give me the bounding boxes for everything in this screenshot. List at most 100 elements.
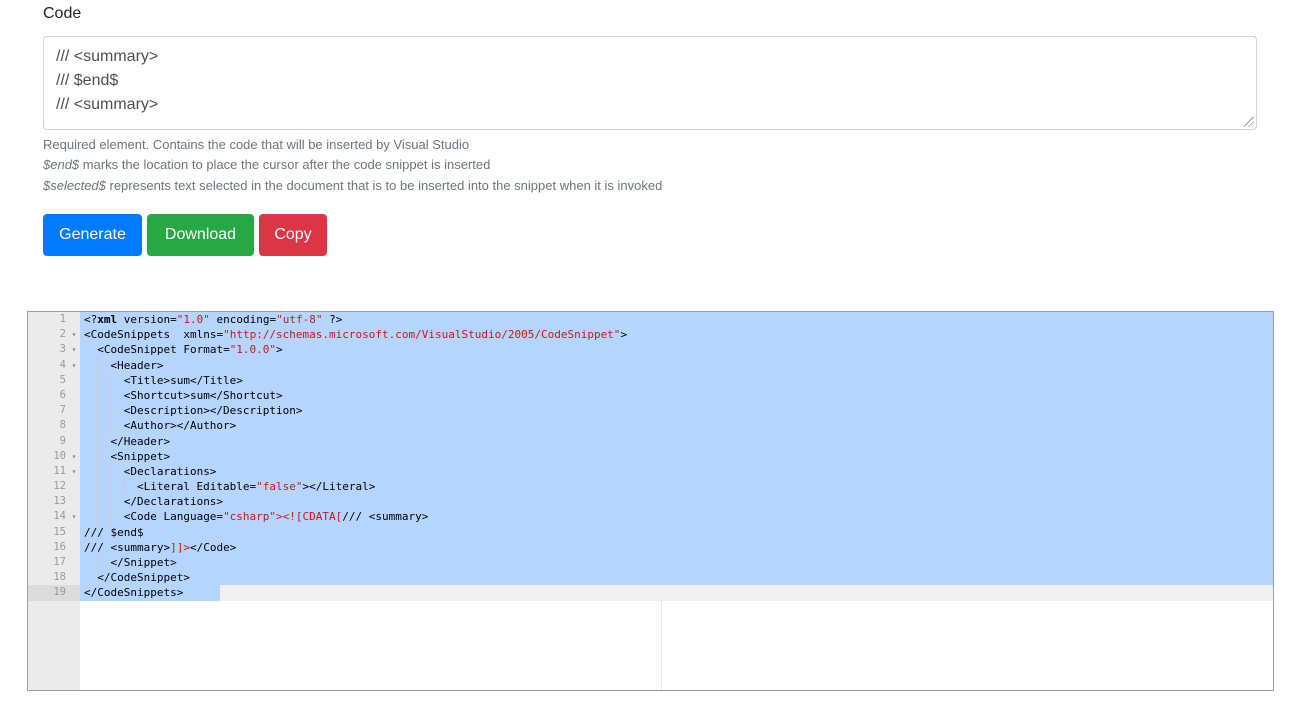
token-tag: > bbox=[276, 343, 283, 357]
line-number: 1 bbox=[59, 313, 66, 325]
download-button[interactable]: Download bbox=[147, 214, 254, 256]
editor-line: 12 <Literal Editable="false"></Literal> bbox=[28, 479, 1273, 495]
selection-highlight bbox=[80, 433, 1273, 449]
indent-guide bbox=[97, 403, 99, 419]
indent-guide bbox=[110, 509, 112, 525]
line-number: 5 bbox=[59, 373, 66, 386]
line-number: 19 bbox=[53, 586, 66, 599]
help-text-required: Required element. Contains the code that… bbox=[43, 137, 470, 152]
token-tag: <Literal Editable= bbox=[136, 480, 257, 494]
token-tag: <Declarations> bbox=[123, 464, 217, 478]
token-tag: </CodeSnippet> bbox=[97, 571, 190, 585]
fold-arrow-icon[interactable]: ▾ bbox=[69, 358, 79, 373]
line-text: /// $end$ bbox=[84, 525, 144, 540]
line-number: 3 bbox=[59, 343, 66, 356]
editor-line: 6 <Shortcut>sum</Shortcut> bbox=[28, 387, 1273, 404]
editor-line: 3 ▾ <CodeSnippet Format="1.0.0"> bbox=[28, 342, 1273, 358]
line-text: <Title>sum</Title> bbox=[124, 373, 243, 388]
token-str: "false" bbox=[256, 480, 303, 494]
code-label: Code bbox=[43, 5, 82, 22]
line-number: 11 bbox=[53, 464, 66, 477]
token-tag: <Code Language= bbox=[123, 510, 224, 524]
line-text: <CodeSnippets xmlns="http://schemas.micr… bbox=[84, 327, 627, 342]
token-tag: /// $end$ bbox=[84, 525, 144, 539]
indent-guide bbox=[97, 372, 99, 388]
selection-highlight bbox=[80, 524, 1273, 540]
fold-arrow-icon[interactable]: ▾ bbox=[69, 342, 79, 357]
editor-line: 17 </Snippet> bbox=[28, 555, 1273, 571]
generate-button[interactable]: Generate bbox=[43, 214, 142, 256]
editor-line: 1 <?xml version="1.0" encoding="utf-8" ?> bbox=[28, 312, 1273, 328]
token-tag: ></Literal> bbox=[302, 480, 376, 494]
token-tag: <? bbox=[84, 313, 98, 326]
editor-line: 2 ▾ <CodeSnippets xmlns="http://schemas.mi… bbox=[28, 327, 1273, 343]
indent-guide bbox=[110, 463, 112, 480]
line-number: 8 bbox=[59, 419, 66, 432]
fold-arrow-icon[interactable]: ▾ bbox=[69, 509, 79, 524]
resize-handle-icon[interactable] bbox=[1244, 117, 1254, 127]
token-tag: <Title>sum</Title> bbox=[123, 373, 243, 387]
indent-guide bbox=[110, 418, 112, 434]
editor-line: 4 ▾ <Header> bbox=[28, 357, 1273, 373]
fold-arrow-icon[interactable]: ▾ bbox=[69, 449, 79, 464]
help-end-desc: marks the location to place the cursor a… bbox=[79, 157, 491, 172]
line-text: <?xml version="1.0" encoding="utf-8" ?> bbox=[84, 312, 342, 327]
code-line-2: /// $end$ bbox=[56, 72, 119, 89]
line-number: 4 bbox=[59, 358, 66, 371]
help-end-token: $end$ bbox=[43, 157, 80, 172]
token-tag: <Snippet> bbox=[110, 449, 171, 463]
editor-line: 7 <Description></Description> bbox=[28, 403, 1273, 419]
selection-highlight bbox=[80, 418, 1273, 434]
line-text: <Shortcut>sum</Shortcut> bbox=[124, 388, 283, 403]
line-text: <Description></Description> bbox=[124, 403, 303, 418]
line-text: <Header> bbox=[110, 358, 163, 373]
line-number: 7 bbox=[59, 404, 66, 417]
code-textarea[interactable]: /// <summary> /// $end$ /// <summary> bbox=[43, 36, 1257, 130]
indent-guide bbox=[97, 357, 99, 373]
code-line-3: /// <summary> bbox=[56, 96, 159, 113]
editor-line: 18 </CodeSnippet> bbox=[28, 570, 1273, 586]
indent-guide bbox=[97, 418, 99, 434]
fold-arrow-icon[interactable]: ▾ bbox=[69, 327, 79, 342]
token-attr: version= bbox=[117, 313, 177, 326]
line-number: 2 bbox=[59, 328, 66, 341]
editor-line: 16 /// <summary>]]></Code> bbox=[28, 539, 1273, 555]
token-tag: <Header> bbox=[110, 358, 164, 372]
indent-guide bbox=[97, 479, 99, 495]
fold-arrow-icon[interactable]: ▾ bbox=[69, 464, 79, 479]
line-text: <CodeSnippet Format="1.0.0"> bbox=[97, 342, 282, 357]
indent-guide bbox=[110, 387, 112, 404]
line-number: 18 bbox=[53, 571, 66, 584]
token-tag: <Shortcut>sum</Shortcut> bbox=[123, 388, 283, 402]
selection-highlight bbox=[80, 570, 1273, 586]
token-str: "http://schemas.microsoft.com/VisualStud… bbox=[223, 328, 621, 342]
xml-editor[interactable]: 1 <?xml version="1.0" encoding="utf-8" ?>… bbox=[27, 311, 1274, 691]
token-tag: <Author></Author> bbox=[123, 419, 237, 433]
token-tag: </CodeSnippets> bbox=[84, 586, 184, 600]
selection-highlight bbox=[80, 357, 1273, 373]
selection-highlight bbox=[80, 539, 1273, 555]
editor-line: 8 <Author></Author> bbox=[28, 418, 1273, 434]
indent-guide bbox=[110, 479, 112, 495]
token-tag: /// <summary> bbox=[342, 510, 429, 524]
copy-button[interactable]: Copy bbox=[259, 214, 327, 256]
editor-line: 14 ▾ <Code Language="csharp"><![CDATA[/// … bbox=[28, 509, 1273, 525]
editor-line: 13 </Declarations> bbox=[28, 494, 1273, 510]
selection-highlight bbox=[80, 494, 1273, 510]
code-line-1: /// <summary> bbox=[56, 48, 159, 65]
token-str: "csharp" bbox=[223, 510, 277, 524]
token-str: "1.0" bbox=[176, 313, 210, 326]
line-number: 9 bbox=[59, 434, 66, 447]
token-bold: xml bbox=[97, 313, 118, 326]
token-tag: </Header> bbox=[110, 434, 171, 448]
line-text: </Snippet> bbox=[110, 555, 176, 570]
line-text: </CodeSnippets> bbox=[84, 585, 183, 600]
indent-guide bbox=[110, 372, 112, 388]
editor-line: 5 <Title>sum</Title> bbox=[28, 372, 1273, 388]
line-number: 13 bbox=[53, 495, 66, 508]
help-text-selected: $selected$ represents text selected in t… bbox=[43, 177, 662, 195]
editor-line: 9 </Header> bbox=[28, 433, 1273, 449]
editor-line: 15 /// $end$ bbox=[28, 524, 1273, 540]
token-tag: <CodeSnippets xmlns= bbox=[84, 328, 224, 342]
selection-highlight bbox=[80, 448, 1273, 464]
